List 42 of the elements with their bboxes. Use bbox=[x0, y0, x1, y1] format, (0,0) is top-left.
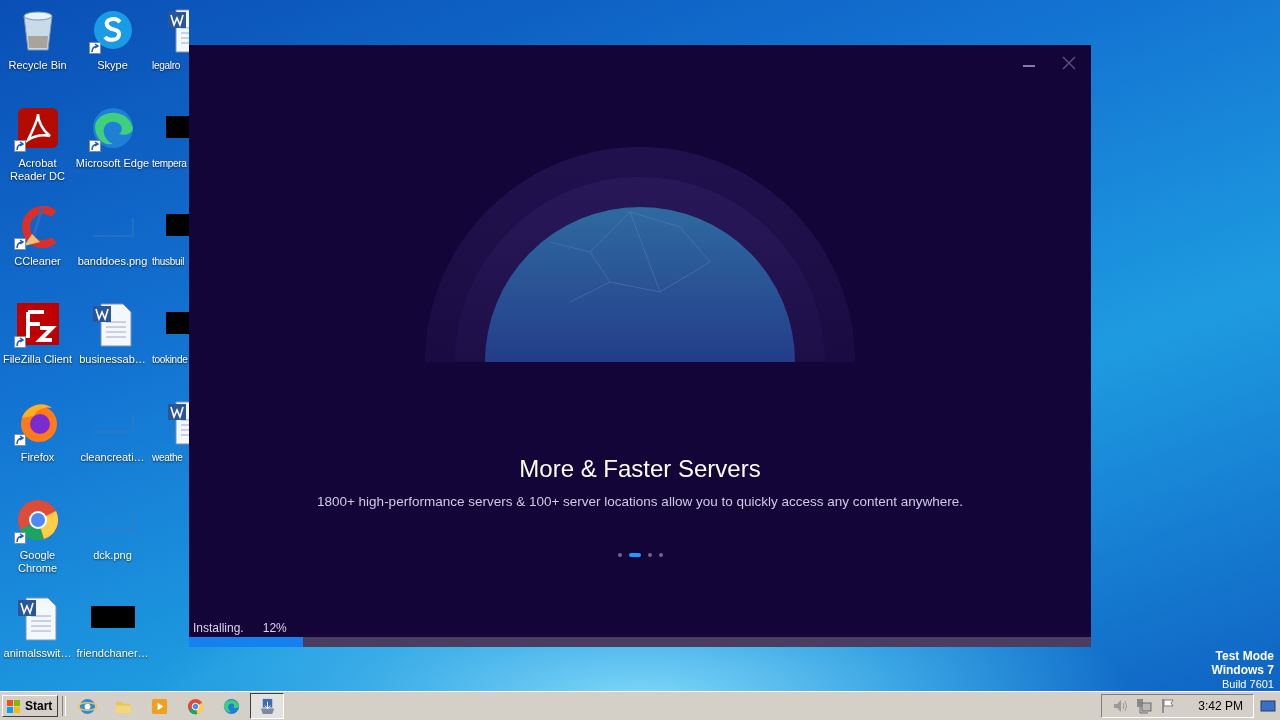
carousel-dot[interactable] bbox=[647, 553, 652, 557]
media-player-icon bbox=[149, 696, 169, 716]
icon-label: cleancreati… bbox=[79, 451, 146, 464]
four-pane-logo-icon bbox=[6, 698, 22, 714]
icon-label: dck.png bbox=[92, 549, 133, 562]
icon-label: tempera bbox=[152, 157, 187, 170]
show-desktop-icon[interactable] bbox=[1260, 698, 1276, 714]
icon-label: animalsswit… bbox=[2, 647, 73, 660]
icon-label: weathe bbox=[152, 451, 183, 464]
icon-label: Acrobat Reader DC bbox=[9, 157, 66, 183]
build-label: Build 7601 bbox=[1222, 677, 1274, 691]
start-button[interactable]: Start bbox=[2, 695, 58, 717]
network-icon[interactable] bbox=[1136, 698, 1153, 714]
clock[interactable]: 3:42 PM bbox=[1198, 699, 1243, 713]
browser-icon bbox=[185, 696, 205, 716]
icon-label: Firefox bbox=[19, 451, 56, 464]
test-mode-label: Test Mode bbox=[1215, 649, 1274, 663]
install-status: Installing. bbox=[193, 621, 244, 635]
icon-label: thusbuil bbox=[152, 255, 185, 268]
browser-icon bbox=[221, 696, 241, 716]
install-percent: 12% bbox=[262, 621, 287, 635]
icon-label: Google Chrome bbox=[16, 549, 59, 575]
icon-label: Microsoft Edge bbox=[75, 157, 150, 170]
icon-label: Skype bbox=[96, 59, 129, 72]
os-edition-label: Windows 7 bbox=[1211, 663, 1274, 677]
icon-label: FileZilla Client bbox=[1, 353, 74, 366]
close-icon[interactable] bbox=[1062, 56, 1076, 70]
icon-label: legalro bbox=[152, 59, 180, 72]
icon-label: businessab… bbox=[78, 353, 147, 366]
ftp-app-icon[interactable] bbox=[13, 300, 62, 348]
flag-icon[interactable] bbox=[1160, 698, 1177, 714]
carousel-dot[interactable] bbox=[617, 553, 622, 557]
icon-label: CCleaner bbox=[13, 255, 62, 268]
icon-label: friendchaner… bbox=[75, 647, 150, 660]
slide-description: 1800+ high-performance servers & 100+ server locations allow you to quickly access any content anywhere. bbox=[316, 494, 964, 509]
browser-icon bbox=[77, 696, 97, 716]
taskbar-button[interactable] bbox=[250, 693, 284, 719]
icon-label: banddoes.png bbox=[76, 255, 149, 268]
icon-label: tookinde bbox=[152, 353, 188, 366]
icon-label: Recycle Bin bbox=[7, 59, 68, 72]
carousel-dot[interactable] bbox=[658, 553, 663, 557]
slide-title: More & Faster Servers bbox=[519, 454, 761, 484]
